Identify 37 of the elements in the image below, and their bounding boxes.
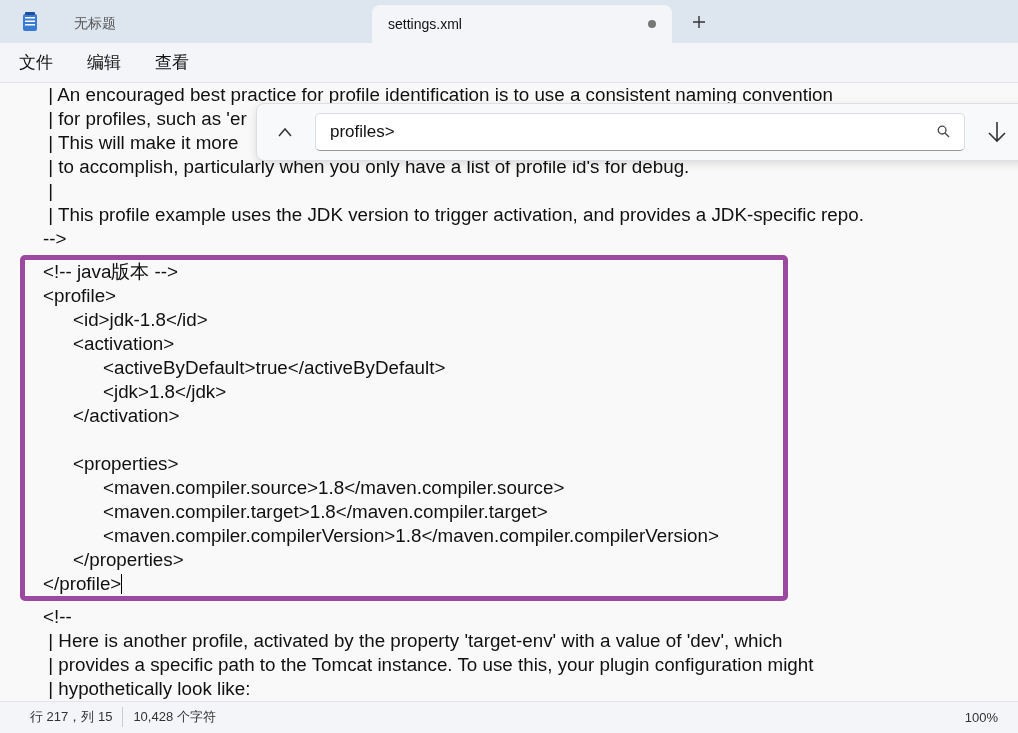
code-line: <activation>	[72, 331, 175, 356]
code-line: <maven.compiler.compilerVersion>1.8</maven.compiler.compilerVersion>	[102, 523, 719, 548]
code-line: <!-- java版本 -->	[43, 259, 179, 284]
menu-item[interactable]: 编辑	[87, 51, 121, 75]
code-line: </profile>	[43, 571, 122, 596]
add-icon[interactable]	[692, 14, 706, 29]
code-line: | Here is another profile, activated by the property 'target-env' with a value of 'dev', which	[47, 628, 783, 653]
code-line: | An encouraged best practice for profile identification is to use a consistent naming convention	[47, 82, 833, 107]
file-tab[interactable]: 无标题	[58, 5, 328, 44]
code-line: | provides a specific path to the Tomcat instance. To use this, your plugin configuration might	[47, 652, 814, 677]
code-line: <profile>	[43, 283, 117, 308]
code-line: <activeByDefault>true</activeByDefault>	[102, 355, 446, 380]
file-tab[interactable]: settings.xml	[372, 5, 672, 44]
down-icon[interactable]	[987, 120, 1007, 143]
code-line: </properties>	[72, 547, 184, 572]
code-line: <maven.compiler.target>1.8</maven.compiler.target>	[102, 499, 548, 524]
up-icon[interactable]	[277, 126, 293, 137]
zoom-level: 100%	[964, 709, 998, 725]
code-line: | This will make it more	[47, 130, 239, 155]
code-line: -->	[43, 226, 67, 251]
menu-item[interactable]: 查看	[155, 51, 189, 75]
cursor-position: 行 217，列 15	[30, 708, 113, 727]
search-icon	[937, 125, 950, 139]
code-line: <jdk>1.8</jdk>	[102, 379, 227, 404]
code-line: |	[47, 178, 54, 203]
character-count: 10,428 个字符	[133, 708, 216, 727]
code-line: | This profile example uses the JDK version to trigger activation, and provides a JDK-specific repo.	[47, 202, 864, 227]
notepad-icon	[22, 11, 38, 32]
code-line: <id>jdk-1.8</id>	[72, 307, 208, 332]
code-line: </activation>	[72, 403, 180, 428]
code-line: <!--	[43, 604, 72, 629]
code-line: | hypothetically look like:	[47, 676, 251, 701]
code-line: <maven.compiler.source>1.8</maven.compiler.source>	[102, 475, 565, 500]
search-field[interactable]: profiles>	[315, 112, 965, 151]
code-line: <properties>	[72, 451, 179, 476]
menu-item[interactable]: 文件	[19, 51, 53, 75]
code-line: | for profiles, such as 'er	[47, 106, 247, 131]
